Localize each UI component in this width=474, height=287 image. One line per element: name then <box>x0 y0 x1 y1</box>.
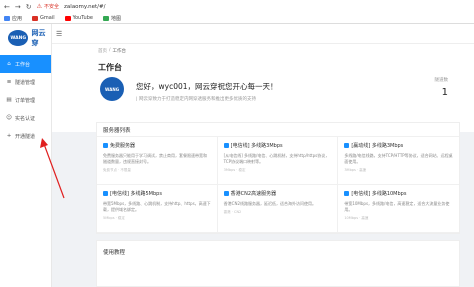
server-icon <box>103 143 108 148</box>
browser-chrome: ← → ↻ ⚠ 不安全 zalaomy.net/#/ 应用 Gmail YouTu… <box>0 0 474 24</box>
tutorial-title: 使用教程 <box>103 250 126 256</box>
server-name: [赢动线] 多线路3Mbps <box>351 143 404 149</box>
forward-icon[interactable]: → <box>15 3 21 11</box>
server-name: [电信线] 多线路3Mbps <box>230 143 283 149</box>
sidebar-menu: ⌂ 工作台 ≡ 隧道管理 ▤ 订单管理 ☺ 实名认证 + 开通隧道 <box>0 55 51 145</box>
sidebar-item-label: 实名认证 <box>15 115 36 122</box>
order-icon: ▤ <box>6 97 12 103</box>
logo-mark: WANG <box>8 30 29 46</box>
server-icon <box>344 143 350 148</box>
bookmark-gmail[interactable]: Gmail <box>32 15 55 21</box>
bookmarks-bar: 应用 Gmail YouTube 地图 <box>0 13 474 23</box>
server-card[interactable]: [电信线] 多线路3Mbps [从电信线] 多线路/电信、心跳机制，支持http… <box>217 137 339 185</box>
server-foot: 3Mbps · 高速 <box>344 168 367 172</box>
breadcrumb: 首页 / 工作台 <box>98 48 474 54</box>
gmail-icon <box>32 15 39 21</box>
sidebar-item-verify[interactable]: ☺ 实名认证 <box>0 109 51 127</box>
page-title: 工作台 <box>98 63 122 72</box>
greeting-text: 您好，wyc001，网云穿祝您开心每一天！ <box>136 82 278 91</box>
server-card[interactable]: 香港CN2高速服务器 香港CN2线路服务器，延迟低，适合海外访问使用。 香港 ·… <box>217 185 339 233</box>
back-icon[interactable]: ← <box>4 3 10 11</box>
url-text[interactable]: zalaomy.net/#/ <box>64 4 105 10</box>
warning-icon: ⚠ <box>36 3 43 10</box>
breadcrumb-separator: / <box>109 48 111 53</box>
server-icon <box>344 191 350 196</box>
maps-icon <box>102 15 109 21</box>
logo[interactable]: WANG 网云穿 <box>0 27 51 49</box>
sidebar-item-label: 工作台 <box>15 61 31 68</box>
sidebar: WANG 网云穿 ⌂ 工作台 ≡ 隧道管理 ▤ 订单管理 ☺ 实名认证 + 开通隧道 <box>0 24 52 287</box>
tunnel-icon: ≡ <box>6 79 12 85</box>
server-foot: 香港 · CN2 <box>223 210 242 214</box>
avatar: WANG <box>100 77 124 101</box>
sidebar-item-tunnels[interactable]: ≡ 隧道管理 <box>0 73 51 91</box>
sidebar-item-dashboard[interactable]: ⌂ 工作台 <box>0 55 51 73</box>
bookmark-maps[interactable]: 地图 <box>102 15 121 22</box>
server-card[interactable]: [电信线] 多线路5Mbps 带宽5Mbps，多线路、心跳机制，支持http、h… <box>97 185 218 233</box>
breadcrumb-home[interactable]: 首页 <box>98 48 107 54</box>
apps-icon <box>4 15 10 21</box>
server-desc: [从电信线] 多线路/电信、心跳机制，支持http/https协议，TCP协议端… <box>223 153 330 164</box>
server-card[interactable]: [电信线] 多线路10Mbps 带宽10Mbps，多线路/电信，高速稳定，适合大… <box>338 185 459 233</box>
sidebar-item-label: 开通隧道 <box>15 133 36 140</box>
menu-fold-icon[interactable]: ☰ <box>56 30 62 38</box>
sidebar-item-label: 订单管理 <box>15 97 36 104</box>
server-foot: 5Mbps · 稳定 <box>103 216 125 220</box>
server-grid: 免费服务器 免费服务器只能用于学习调试，禁止商用，套餐限速带宽和隧道数量，违规直… <box>97 137 459 233</box>
server-desc: 香港CN2线路服务器，延迟低，适合海外访问使用。 <box>223 201 316 206</box>
address-bar[interactable]: ← → ↻ ⚠ 不安全 zalaomy.net/#/ <box>0 1 474 12</box>
server-name: 香港CN2高速服务器 <box>230 191 277 197</box>
reload-icon[interactable]: ↻ <box>26 3 32 11</box>
verify-icon: ☺ <box>6 115 12 121</box>
stat-value: 1 <box>441 87 448 98</box>
sidebar-item-label: 隧道管理 <box>15 79 36 86</box>
server-desc: 免费服务器只能用于学习调试，禁止商用，套餐限速带宽和隧道数量，违规直接封号。 <box>103 153 207 164</box>
server-foot: 免费节点 · 不限量 <box>103 168 131 172</box>
server-foot: 10Mbps · 高速 <box>344 216 369 220</box>
server-desc: 多线路/电信线路，支持TCP/HTTP等协议，适合网站、远程桌面使用。 <box>344 153 453 164</box>
tunnel-count-stat: 隧道数 1 <box>435 77 449 98</box>
server-icon <box>223 191 229 196</box>
server-desc: 带宽10Mbps，多线路/电信，高速稳定，适合大流量业务使用。 <box>344 201 450 212</box>
server-name: [电信线] 多线路5Mbps <box>110 191 162 197</box>
security-warning[interactable]: ⚠ 不安全 <box>37 3 59 10</box>
server-desc: 带宽5Mbps，多线路、心跳机制，支持http、https，高速下载，提供域名绑… <box>103 201 211 212</box>
server-card[interactable]: [赢动线] 多线路3Mbps 多线路/电信线路，支持TCP/HTTP等协议，适合… <box>338 137 459 185</box>
bookmark-apps[interactable]: 应用 <box>4 15 22 22</box>
server-icon <box>103 191 108 196</box>
youtube-icon <box>64 15 71 21</box>
stat-label: 隧道数 <box>434 78 449 83</box>
bookmark-youtube[interactable]: YouTube <box>64 15 93 21</box>
server-list-title: 服务器列表 <box>97 123 459 137</box>
server-list-card: 服务器列表 免费服务器 免费服务器只能用于学习调试，禁止商用，套餐限速带宽和隧道… <box>96 122 460 234</box>
server-icon <box>223 143 229 148</box>
greeting-subtext: | 网云穿致力于打造稳定内网穿透服务和推出更多优质的支持 <box>136 97 256 102</box>
logo-text: 网云穿 <box>31 29 46 47</box>
server-card[interactable]: 免费服务器 免费服务器只能用于学习调试，禁止商用，套餐限速带宽和隧道数量，违规直… <box>97 137 218 185</box>
tutorial-card: 使用教程 <box>96 240 460 287</box>
breadcrumb-current: 工作台 <box>112 49 127 54</box>
server-name: 免费服务器 <box>110 143 136 149</box>
top-bar: ☰ <box>52 24 474 44</box>
server-foot: 3Mbps · 稳定 <box>223 168 246 172</box>
server-name: [电信线] 多线路10Mbps <box>351 191 407 197</box>
sidebar-item-orders[interactable]: ▤ 订单管理 <box>0 91 51 109</box>
sidebar-item-open-tunnel[interactable]: + 开通隧道 <box>0 127 51 145</box>
plus-icon: + <box>6 133 12 139</box>
home-icon: ⌂ <box>7 61 11 67</box>
